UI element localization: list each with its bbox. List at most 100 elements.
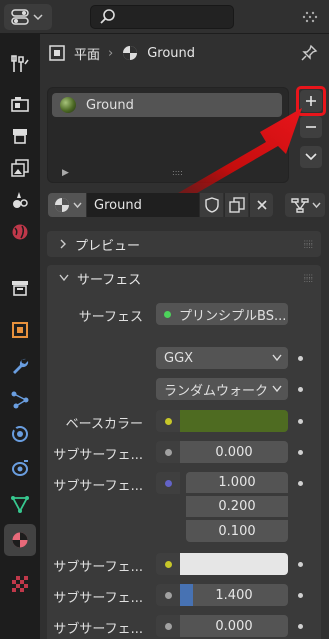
chevron-down-icon (272, 385, 282, 393)
keyframe-dot[interactable] (298, 450, 303, 455)
tab-render[interactable] (4, 88, 36, 120)
tab-collection[interactable] (4, 272, 36, 304)
slider-fill (180, 584, 193, 606)
subsurface-method-dropdown[interactable]: ランダムウォーク (156, 378, 288, 400)
tab-data[interactable] (4, 488, 36, 520)
subsurface-ior-value: 1.400 (215, 587, 253, 603)
breadcrumb: 平面 › Ground (48, 38, 195, 68)
surface-label: サーフェス (78, 310, 143, 325)
subsurface-link-button[interactable] (156, 441, 180, 463)
surface-shader-value: プリンシプルBS... (179, 308, 287, 324)
surface-panel-title: サーフェス (77, 272, 142, 288)
keyframe-dot[interactable] (298, 481, 303, 486)
keyframe-dot[interactable] (298, 562, 303, 567)
distribution-value: GGX (164, 350, 194, 366)
chevron-down-icon (73, 202, 82, 208)
shield-icon (204, 197, 219, 213)
subsurface-field[interactable]: 0.000 (180, 441, 288, 463)
material-icon (55, 198, 69, 212)
panel-drag-grip[interactable]: :::::::: (304, 239, 313, 250)
chevron-down-icon (311, 202, 321, 208)
keyframe-dot[interactable] (298, 419, 303, 424)
subsurface-ior-link-button[interactable] (156, 584, 180, 606)
editor-type-button[interactable] (4, 4, 52, 30)
tab-scene[interactable] (4, 184, 36, 216)
pin-icon[interactable] (300, 44, 318, 62)
chevron-right-icon (60, 239, 66, 249)
node-tree-icon (290, 198, 309, 213)
subsurface-radius-y-field[interactable]: 0.200 (186, 496, 288, 518)
editor-type-icon (11, 9, 29, 25)
unlink-material-button[interactable] (249, 193, 273, 217)
chevron-down-icon (272, 354, 282, 362)
tab-particles[interactable] (4, 384, 36, 416)
preview-panel-header[interactable]: プレビュー :::::::: (47, 231, 321, 257)
tab-modifiers[interactable] (4, 350, 36, 382)
collection-icon (12, 281, 28, 296)
breadcrumb-object: 平面 (74, 47, 101, 63)
color-socket-icon (164, 560, 172, 568)
search-icon (100, 9, 115, 24)
distribution-dropdown[interactable]: GGX (156, 347, 288, 369)
vector-socket-icon (164, 479, 172, 487)
subsurface-ior-slider[interactable]: 1.400 (180, 584, 288, 606)
keyframe-dot[interactable] (298, 593, 303, 598)
particles-icon (11, 391, 29, 409)
tab-constraints[interactable] (4, 452, 36, 484)
preview-panel-title: プレビュー (75, 238, 141, 254)
base-color-swatch[interactable] (180, 410, 288, 432)
physics-icon (11, 425, 28, 442)
surface-panel-header[interactable]: サーフェス :::::::: (47, 265, 321, 291)
breadcrumb-material: Ground (147, 45, 196, 61)
tab-tool[interactable] (4, 48, 36, 80)
keyframe-dot[interactable] (298, 624, 303, 629)
close-icon (256, 200, 267, 210)
subsurface-radius-x-field[interactable]: 1.000 (186, 472, 288, 494)
tab-object[interactable] (4, 314, 36, 346)
constraints-icon (12, 460, 28, 476)
copy-icon (228, 197, 245, 213)
subsurface-color-swatch[interactable] (180, 553, 288, 575)
duplicate-material-button[interactable] (224, 193, 248, 217)
view-layer-icon (11, 159, 29, 177)
search-input[interactable] (90, 5, 234, 29)
tab-material[interactable] (4, 524, 36, 556)
subsurface-aniso-label: サブサーフェ... (53, 622, 143, 637)
material-icon (123, 46, 138, 60)
expand-triangle-icon[interactable]: ▶ (62, 168, 69, 178)
subsurface-aniso-link-button[interactable] (156, 615, 180, 637)
node-tree-button[interactable] (285, 193, 325, 217)
tab-texture[interactable] (4, 568, 36, 600)
scene-icon (13, 192, 28, 208)
subsurface-radius-z-field[interactable]: 0.100 (186, 520, 288, 542)
tab-view-layer[interactable] (4, 152, 36, 184)
material-name-field[interactable]: Ground (87, 193, 199, 217)
tool-icon (11, 55, 29, 72)
object-icon (12, 322, 28, 338)
render-icon (11, 97, 29, 112)
tab-world[interactable] (4, 216, 36, 248)
properties-tabs (0, 34, 40, 639)
value-socket-icon (164, 448, 172, 456)
subsurface-aniso-field[interactable]: 0.000 (180, 615, 288, 637)
fake-user-button[interactable] (199, 193, 223, 217)
subsurface-color-link-button[interactable] (156, 553, 180, 575)
keyframe-dot[interactable] (298, 356, 303, 361)
value-socket-icon (164, 622, 172, 630)
material-icon (12, 532, 28, 548)
base-color-label: ベースカラー (65, 417, 143, 432)
subsurface-radius-link-button[interactable] (156, 472, 180, 494)
base-color-link-button[interactable] (156, 410, 180, 432)
browse-material-button[interactable] (48, 193, 86, 217)
shader-socket-icon (164, 310, 171, 318)
tab-output[interactable] (4, 120, 36, 152)
panel-drag-grip[interactable]: :::::::: (304, 273, 313, 284)
surface-shader-selector[interactable]: プリンシプルBS... (156, 303, 288, 325)
subsurface-radius-label: サブサーフェ... (53, 479, 143, 494)
options-dots-icon[interactable] (300, 8, 320, 26)
wrench-icon (13, 358, 29, 374)
tab-physics[interactable] (4, 418, 36, 450)
subsurface-ior-label: サブサーフェ... (53, 591, 143, 606)
keyframe-dot[interactable] (298, 387, 303, 392)
color-socket-icon (164, 417, 172, 425)
